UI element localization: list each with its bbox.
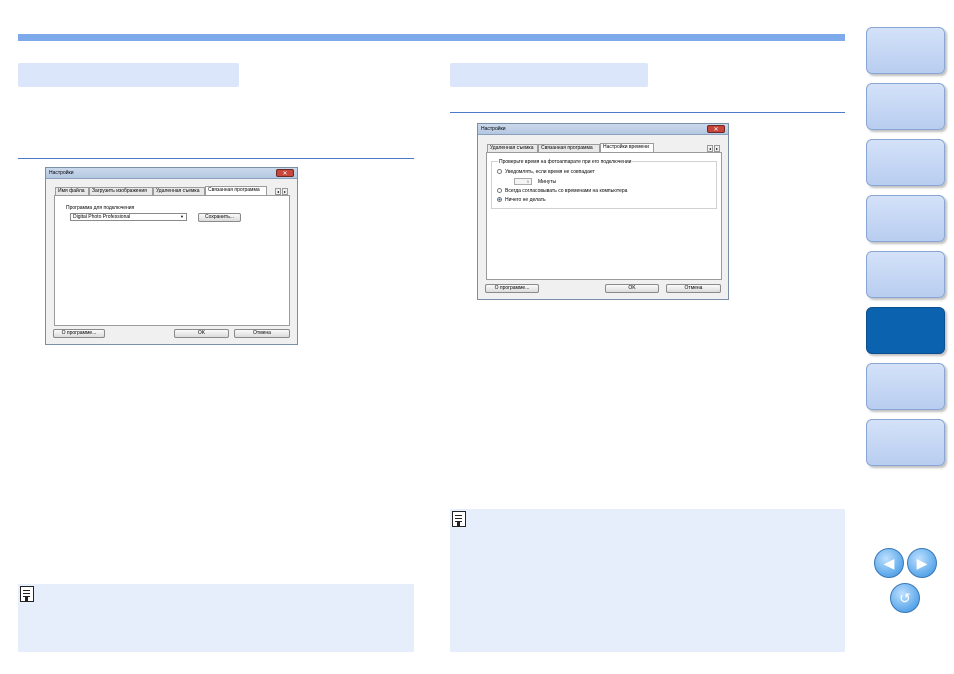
- section-header-left: [18, 63, 239, 87]
- group-label: Проверьте время на фотоаппарате при его …: [498, 159, 633, 165]
- section-rule-left: [18, 158, 414, 159]
- tab-scroll-left-icon[interactable]: ◂: [707, 145, 713, 152]
- radio-notify[interactable]: [497, 169, 502, 174]
- minutes-label: Минуты: [538, 179, 557, 185]
- return-icon[interactable]: ↺: [890, 583, 920, 613]
- ok-button[interactable]: OK: [174, 329, 229, 338]
- close-icon[interactable]: ✕: [276, 169, 294, 177]
- nav-tab-4[interactable]: [866, 195, 945, 242]
- dialog-titlebar: Настройки ✕: [46, 168, 297, 179]
- next-page-icon[interactable]: ▶: [907, 548, 937, 578]
- nav-tab-1[interactable]: [866, 27, 945, 74]
- dialog-titlebar: Настройки ✕: [478, 124, 728, 135]
- program-label: Программа для подключения: [66, 205, 135, 211]
- chevron-down-icon: ▼: [180, 214, 184, 219]
- cancel-button[interactable]: Отмена: [666, 284, 721, 293]
- ok-button[interactable]: OK: [605, 284, 659, 293]
- radio-do-nothing[interactable]: [497, 197, 502, 202]
- nav-tab-5[interactable]: [866, 251, 945, 298]
- note-icon: [452, 511, 466, 527]
- radio-sync-label: Всегда согласовывать со временами на ком…: [505, 188, 628, 194]
- tab-scroll-left-icon[interactable]: ◂: [275, 188, 281, 195]
- about-button[interactable]: О программе...: [485, 284, 539, 293]
- note-box-left: [18, 584, 414, 652]
- nav-tab-8[interactable]: [866, 419, 945, 466]
- top-accent-bar: [18, 34, 845, 41]
- nav-tab-6[interactable]: [866, 307, 945, 354]
- tab-scroll-right-icon[interactable]: ▸: [282, 188, 288, 195]
- minutes-stepper[interactable]: 5: [514, 178, 532, 185]
- tab-panel: Программа для подключения Digital Photo …: [54, 195, 290, 326]
- note-icon: [20, 586, 34, 602]
- note-box-right: [450, 509, 845, 652]
- radio-notify-label: Уведомлять, если время не совпадает: [505, 169, 595, 175]
- tab-panel: Проверьте время на фотоаппарате при его …: [486, 152, 722, 280]
- close-icon[interactable]: ✕: [707, 125, 725, 133]
- tab-scroll-right-icon[interactable]: ▸: [714, 145, 720, 152]
- dialog-title: Настройки: [49, 170, 74, 176]
- nav-tab-7[interactable]: [866, 363, 945, 410]
- register-button[interactable]: Сохранить...: [198, 213, 241, 222]
- cancel-button[interactable]: Отмена: [234, 329, 290, 338]
- prev-page-icon[interactable]: ◀: [874, 548, 904, 578]
- settings-dialog-right: Настройки ✕ Удаленная съемка Связанная п…: [477, 123, 729, 300]
- dialog-title: Настройки: [481, 126, 506, 132]
- radio-do-nothing-label: Ничего не делать: [505, 197, 546, 203]
- section-rule-right: [450, 112, 845, 113]
- nav-tab-3[interactable]: [866, 139, 945, 186]
- settings-dialog-left: Настройки ✕ Имя файла Загрузить изображе…: [45, 167, 298, 345]
- program-select[interactable]: Digital Photo Professional ▼: [70, 213, 187, 221]
- section-header-right: [450, 63, 648, 87]
- about-button[interactable]: О программе...: [53, 329, 105, 338]
- program-select-value: Digital Photo Professional: [73, 214, 131, 220]
- nav-tab-2[interactable]: [866, 83, 945, 130]
- radio-sync[interactable]: [497, 188, 502, 193]
